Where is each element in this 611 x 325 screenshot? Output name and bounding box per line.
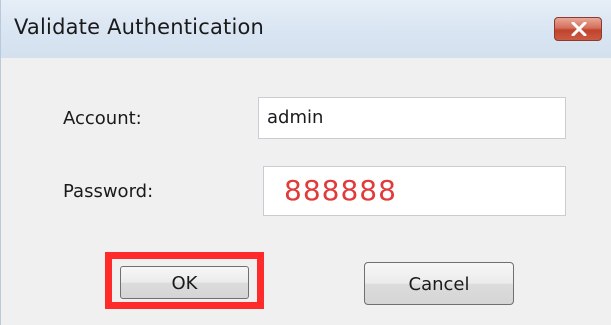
- cancel-button[interactable]: Cancel: [364, 262, 514, 305]
- account-input[interactable]: admin: [258, 97, 566, 139]
- title-bar: Validate Authentication: [1, 0, 611, 58]
- ok-button[interactable]: OK: [120, 266, 249, 299]
- close-button[interactable]: [554, 17, 602, 41]
- window-title: Validate Authentication: [14, 15, 265, 39]
- account-label: Account:: [63, 108, 142, 129]
- password-value: 888888: [284, 174, 397, 207]
- password-input[interactable]: 888888: [263, 166, 566, 216]
- auth-dialog: Validate Authentication Account: admin P…: [0, 0, 611, 325]
- account-value: admin: [267, 107, 324, 128]
- password-label: Password:: [63, 181, 154, 202]
- close-icon: [571, 22, 587, 36]
